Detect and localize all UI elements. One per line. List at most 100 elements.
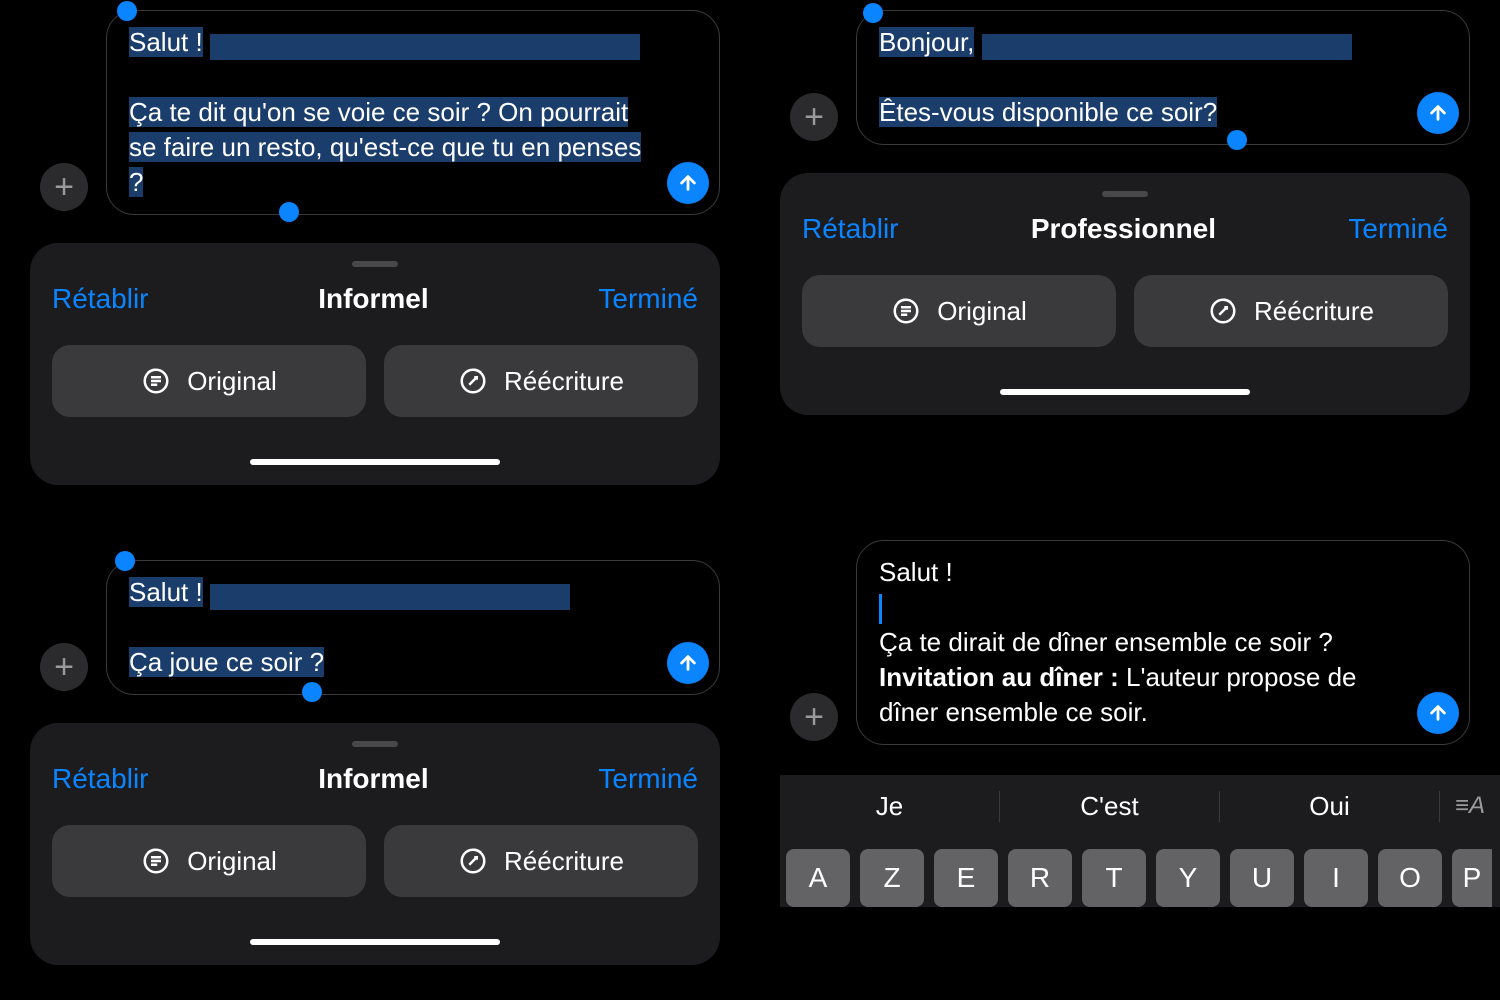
text-cursor — [879, 594, 882, 624]
panel-title: Informel — [318, 283, 428, 315]
send-button[interactable] — [667, 162, 709, 204]
arrow-up-icon — [1427, 702, 1449, 724]
panel-title: Professionnel — [1031, 213, 1216, 245]
message-text-line2: Ça te dit qu'on se voie ce soir ? On pou… — [129, 97, 641, 197]
add-button[interactable]: + — [790, 693, 838, 741]
restore-link[interactable]: Rétablir — [802, 213, 898, 245]
original-icon — [141, 846, 171, 876]
message-bubble[interactable]: Salut ! Ça joue ce soir ? — [106, 560, 720, 695]
rewrite-icon — [458, 846, 488, 876]
message-text-line2: Ça joue ce soir ? — [129, 647, 324, 677]
message-text-line1: Salut ! — [879, 557, 953, 587]
message-text-line2: Êtes-vous disponible ce soir? — [879, 97, 1217, 127]
panel-grabber[interactable] — [1102, 191, 1148, 197]
key-t[interactable]: T — [1082, 849, 1146, 907]
arrow-up-icon — [1427, 102, 1449, 124]
original-button[interactable]: Original — [52, 825, 366, 897]
rewrite-icon — [458, 366, 488, 396]
compose-row: + Bonjour, Êtes-vous disponible ce soir? — [790, 10, 1470, 145]
done-link[interactable]: Terminé — [598, 283, 698, 315]
rewrite-panel: Rétablir Informel Terminé Original Réécr… — [30, 723, 720, 965]
sel-pad — [982, 34, 1352, 60]
original-button[interactable]: Original — [802, 275, 1116, 347]
message-text-line1: Bonjour, — [879, 27, 974, 57]
add-button[interactable]: + — [40, 643, 88, 691]
key-o[interactable]: O — [1378, 849, 1442, 907]
variant-informel-long: + Salut ! Ça te dit qu'on se voie ce soi… — [0, 0, 750, 500]
rewrite-label: Réécriture — [1254, 296, 1374, 327]
compose-row: + Salut ! Ça joue ce soir ? — [40, 560, 720, 695]
key-p[interactable]: P — [1452, 849, 1492, 907]
format-toggle-icon[interactable]: ≡A — [1440, 792, 1500, 820]
compose-row: + Salut ! Ça te dirait de dîner ensemble… — [790, 540, 1470, 745]
original-icon — [141, 366, 171, 396]
variant-professionnel: + Bonjour, Êtes-vous disponible ce soir?… — [750, 0, 1500, 500]
panel-grabber[interactable] — [352, 261, 398, 267]
original-label: Original — [187, 366, 277, 397]
rewrite-label: Réécriture — [504, 846, 624, 877]
rewrite-button[interactable]: Réécriture — [384, 345, 698, 417]
variant-summary-keyboard: + Salut ! Ça te dirait de dîner ensemble… — [750, 500, 1500, 1000]
selection-handle-start[interactable] — [115, 551, 135, 571]
selection-handle-end[interactable] — [302, 682, 322, 702]
key-y[interactable]: Y — [1156, 849, 1220, 907]
arrow-up-icon — [677, 172, 699, 194]
arrow-up-icon — [677, 652, 699, 674]
key-e[interactable]: E — [934, 849, 998, 907]
message-text-line1: Salut ! — [129, 27, 203, 57]
home-indicator — [1000, 389, 1250, 395]
panel-header: Rétablir Professionnel Terminé — [802, 213, 1448, 245]
message-text-line2: Ça te dirait de dîner ensemble ce soir ? — [879, 627, 1333, 657]
keyboard-row-1: A Z E R T Y U I O P — [780, 837, 1500, 907]
sel-pad — [210, 584, 570, 610]
suggestion-3[interactable]: Oui — [1220, 791, 1440, 822]
selection-handle-end[interactable] — [1227, 130, 1247, 150]
rewrite-panel: Rétablir Professionnel Terminé Original … — [780, 173, 1470, 415]
rewrite-button[interactable]: Réécriture — [384, 825, 698, 897]
plus-icon: + — [54, 168, 74, 207]
done-link[interactable]: Terminé — [1348, 213, 1448, 245]
add-button[interactable]: + — [40, 163, 88, 211]
original-icon — [891, 296, 921, 326]
key-a[interactable]: A — [786, 849, 850, 907]
variant-informel-short: + Salut ! Ça joue ce soir ? Rétablir Inf… — [0, 500, 750, 1000]
done-link[interactable]: Terminé — [598, 763, 698, 795]
panel-header: Rétablir Informel Terminé — [52, 283, 698, 315]
panel-button-row: Original Réécriture — [52, 345, 698, 417]
panel-header: Rétablir Informel Terminé — [52, 763, 698, 795]
selection-handle-start[interactable] — [863, 3, 883, 23]
panel-grabber[interactable] — [352, 741, 398, 747]
send-button[interactable] — [1417, 92, 1459, 134]
keyboard: Je C'est Oui ≡A A Z E R T Y U I O P — [780, 775, 1500, 907]
key-u[interactable]: U — [1230, 849, 1294, 907]
send-button[interactable] — [1417, 692, 1459, 734]
original-label: Original — [187, 846, 277, 877]
plus-icon: + — [804, 698, 824, 737]
message-bubble[interactable]: Salut ! Ça te dirait de dîner ensemble c… — [856, 540, 1470, 745]
message-text-line1: Salut ! — [129, 577, 203, 607]
original-label: Original — [937, 296, 1027, 327]
key-i[interactable]: I — [1304, 849, 1368, 907]
key-r[interactable]: R — [1008, 849, 1072, 907]
rewrite-label: Réécriture — [504, 366, 624, 397]
panel-button-row: Original Réécriture — [802, 275, 1448, 347]
selection-handle-start[interactable] — [117, 1, 137, 21]
panel-button-row: Original Réécriture — [52, 825, 698, 897]
suggestion-1[interactable]: Je — [780, 791, 1000, 822]
key-z[interactable]: Z — [860, 849, 924, 907]
original-button[interactable]: Original — [52, 345, 366, 417]
message-bubble[interactable]: Salut ! Ça te dit qu'on se voie ce soir … — [106, 10, 720, 215]
rewrite-button[interactable]: Réécriture — [1134, 275, 1448, 347]
panel-title: Informel — [318, 763, 428, 795]
home-indicator — [250, 939, 500, 945]
restore-link[interactable]: Rétablir — [52, 283, 148, 315]
rewrite-panel: Rétablir Informel Terminé Original Réécr… — [30, 243, 720, 485]
selection-handle-end[interactable] — [279, 202, 299, 222]
restore-link[interactable]: Rétablir — [52, 763, 148, 795]
send-button[interactable] — [667, 642, 709, 684]
suggestion-2[interactable]: C'est — [1000, 791, 1220, 822]
compose-row: + Salut ! Ça te dit qu'on se voie ce soi… — [40, 10, 720, 215]
message-bubble[interactable]: Bonjour, Êtes-vous disponible ce soir? — [856, 10, 1470, 145]
plus-icon: + — [54, 648, 74, 687]
add-button[interactable]: + — [790, 93, 838, 141]
